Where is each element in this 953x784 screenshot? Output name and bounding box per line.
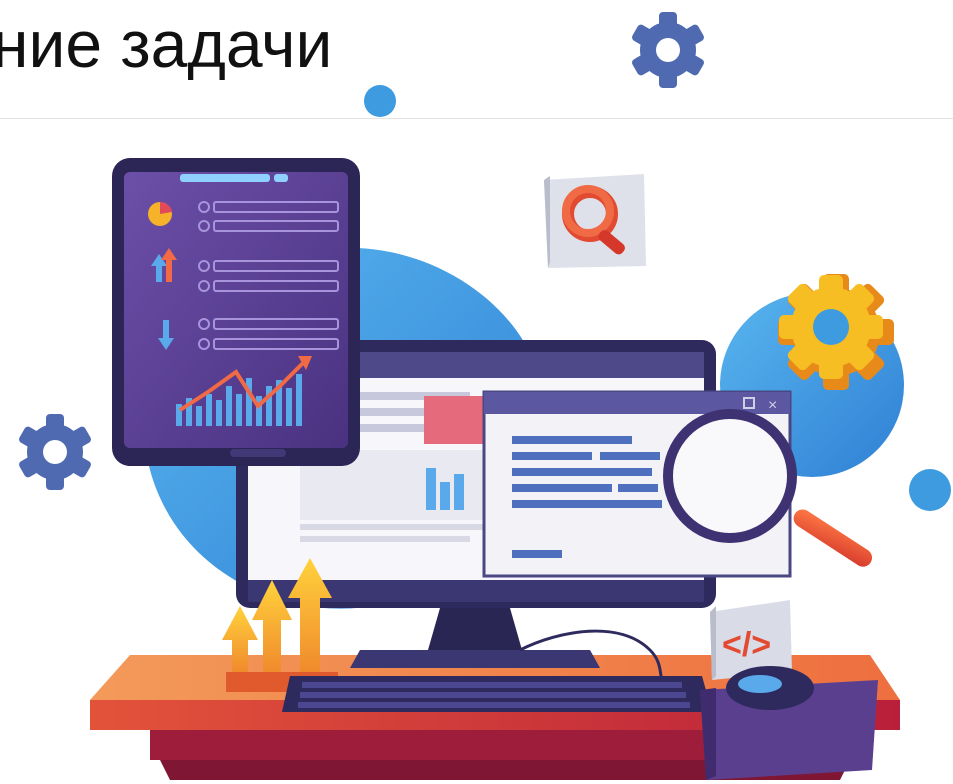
keyboard-icon bbox=[282, 676, 712, 712]
pie-chart-icon bbox=[148, 201, 172, 226]
decor-dot bbox=[364, 85, 396, 117]
mouse-icon bbox=[726, 666, 814, 710]
gear-icon bbox=[632, 12, 704, 88]
decor-dot bbox=[909, 469, 951, 511]
tablet bbox=[112, 158, 360, 466]
workspace-illustration: × </> bbox=[19, 12, 951, 780]
gear-icon bbox=[778, 274, 894, 390]
search-icon bbox=[544, 174, 646, 268]
gear-icon bbox=[19, 414, 91, 490]
code-tile-label: </> bbox=[722, 626, 771, 664]
svg-text:×: × bbox=[768, 397, 777, 414]
